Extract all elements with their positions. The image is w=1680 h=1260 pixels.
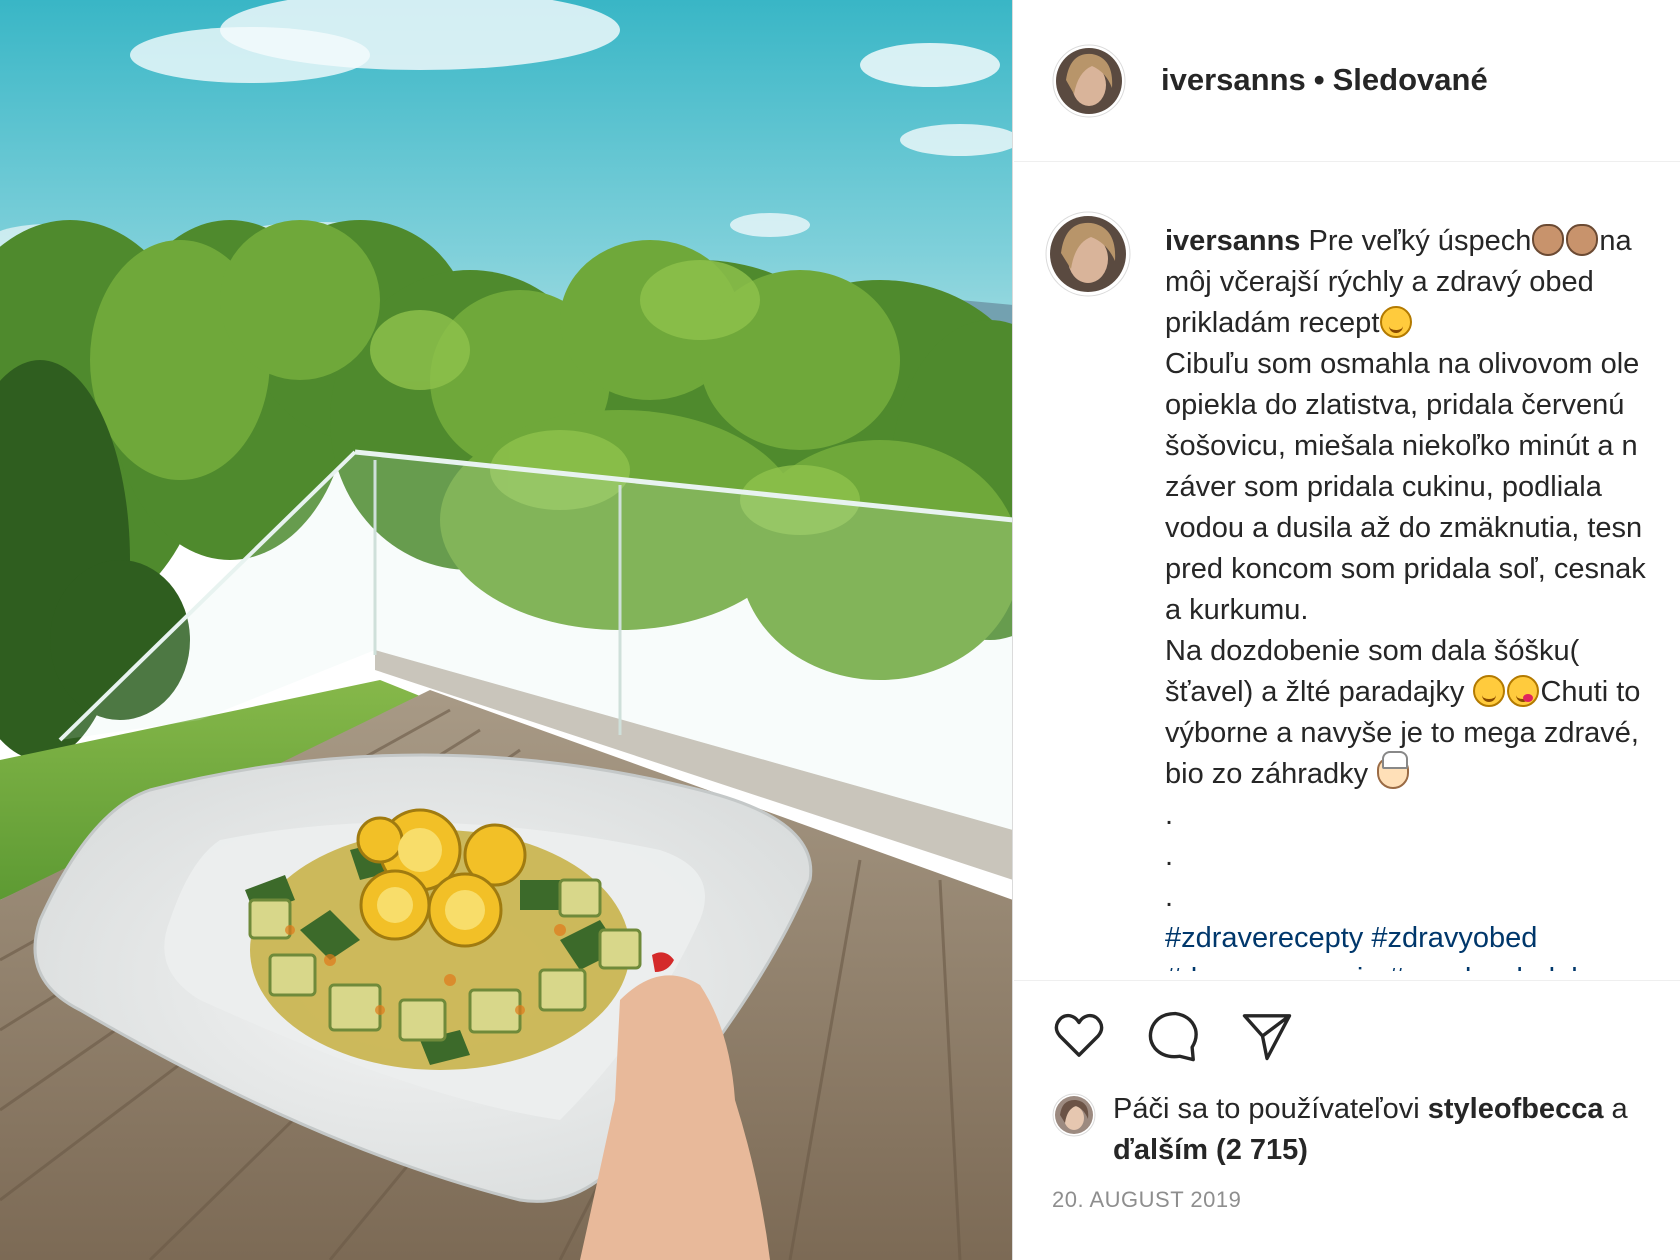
likes-summary: Páči sa to používateľovi styleofbecca a … (1052, 1089, 1672, 1171)
caption-line: Na dozdobenie som dala šóšku( (1165, 635, 1580, 667)
caption-username[interactable]: iversanns (1165, 225, 1300, 257)
header-line: iversanns • Sledované (1161, 62, 1488, 98)
caption-line: pred koncom som pridala soľ, cesnak (1165, 553, 1646, 585)
caption-line: prikladám recept (1165, 307, 1380, 339)
clapping-hands-icon (1566, 224, 1599, 256)
caption-line: opiekla do zlatistva, pridala červenú (1165, 389, 1625, 421)
post-header: iversanns • Sledované (1014, 0, 1680, 162)
heart-icon[interactable] (1052, 1009, 1106, 1063)
liker-avatar[interactable] (1052, 1093, 1096, 1137)
yum-face-icon (1507, 675, 1540, 707)
caption-line: vodou a dusila až do zmäknutia, tesn (1165, 512, 1643, 544)
caption-dot: . (1165, 799, 1174, 831)
caption-line: Cibuľu som osmahla na olivovom ole (1165, 348, 1640, 380)
smiling-face-icon (1380, 306, 1413, 338)
caption-line: môj včerajší rýchly a zdravý obed (1165, 266, 1594, 298)
post-caption: iversanns Pre veľký úspech na môj včerajš… (1165, 221, 1680, 971)
author-avatar[interactable] (1052, 44, 1126, 118)
caption-dot: . (1165, 881, 1174, 913)
caption-line: šošovicu, miešala niekoľko minút a n (1165, 430, 1638, 462)
comment-icon[interactable] (1146, 1009, 1200, 1063)
likes-conj: a (1611, 1093, 1628, 1125)
caption-line: a kurkumu. (1165, 594, 1309, 626)
action-icons-row (1052, 1009, 1294, 1065)
caption-author-avatar[interactable] (1045, 211, 1131, 297)
likes-prefix: Páči sa to používateľovi (1113, 1093, 1420, 1125)
share-icon[interactable] (1240, 1009, 1294, 1063)
caption-line: šťavel) a žlté paradajky (1165, 676, 1465, 708)
clapping-hands-icon (1532, 224, 1565, 256)
post-date[interactable]: 20. AUGUST 2019 (1052, 1187, 1241, 1213)
header-separator: • (1313, 62, 1325, 97)
likes-count-link[interactable]: ďalším (2 715) (1113, 1134, 1308, 1166)
caption-dot: . (1165, 840, 1174, 872)
liker-username[interactable]: styleofbecca (1428, 1093, 1604, 1125)
chef-icon (1377, 751, 1410, 789)
caption-line: bio zo záhradky (1165, 758, 1369, 790)
post-details-panel: iversanns • Sledované iversanns Pre veľký … (1014, 0, 1680, 1260)
post-image (0, 0, 1012, 1260)
caption-line: Pre veľký úspech (1308, 225, 1532, 257)
hashtag-links[interactable]: #domacevarenie #zozahradodole (1165, 959, 1680, 971)
follow-status-button[interactable]: Sledované (1333, 62, 1488, 97)
post-actions: Páči sa to používateľovi styleofbecca a … (1014, 980, 1680, 1260)
caption-line: Chuti to (1540, 676, 1641, 708)
post-photo (0, 0, 1013, 1260)
caption-line: záver som pridala cukinu, podliala (1165, 471, 1602, 503)
hashtag-links[interactable]: #zdraverecepty #zdravyobed (1165, 918, 1680, 959)
caption-line: výborne a navyše je to mega zdravé, (1165, 717, 1639, 749)
smiling-face-icon (1473, 675, 1506, 707)
caption-line: na (1599, 225, 1632, 257)
header-username[interactable]: iversanns (1161, 62, 1306, 97)
comments-area[interactable]: iversanns Pre veľký úspech na môj včerajš… (1014, 163, 1680, 971)
